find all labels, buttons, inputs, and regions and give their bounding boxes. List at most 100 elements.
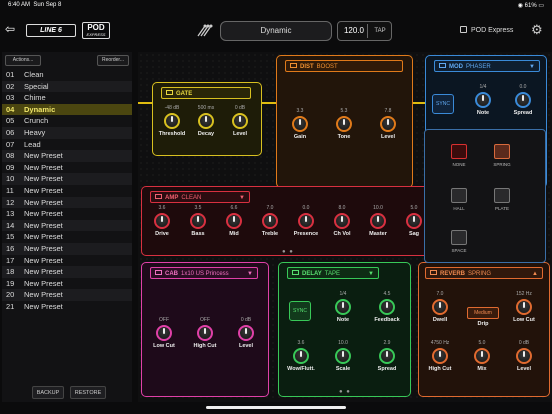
amp-presence-knob[interactable]: 0.0 Presence [289, 205, 323, 237]
tuner-icon[interactable] [196, 24, 214, 38]
preset-list-item[interactable]: 04 Dynamic [2, 103, 132, 116]
reverb-option-spring[interactable]: SPRING [485, 144, 519, 167]
amp-drive-knob[interactable]: 3.6 Drive [145, 205, 179, 237]
delay-feedback-knob[interactable]: 4.5 Feedback [370, 291, 404, 323]
reverb-lowcut-knob[interactable]: 152 Hz Low Cut [507, 291, 541, 323]
preset-list-item[interactable]: 08 New Preset [2, 150, 132, 162]
preset-number: 15 [6, 232, 15, 242]
reverb-mix-knob[interactable]: 5.0 Mix [465, 340, 499, 372]
preset-name-display[interactable]: Dynamic [220, 21, 332, 41]
delay-note-knob[interactable]: 1/4 Note [326, 291, 360, 323]
preset-number: 19 [6, 278, 15, 288]
amp-treble-knob[interactable]: 7.0 Treble [253, 205, 287, 237]
preset-list-item[interactable]: 18 New Preset [2, 266, 132, 278]
amp-block-header[interactable]: AMP CLEAN ▼ [150, 191, 250, 203]
preset-list-item[interactable]: 09 New Preset [2, 162, 132, 174]
preset-list-item[interactable]: 16 New Preset [2, 242, 132, 255]
cab-highcut-knob[interactable]: OFF High Cut [188, 317, 222, 349]
actions-button[interactable]: Actions... [5, 55, 41, 66]
gate-block-header[interactable]: GATE [161, 87, 251, 99]
gate-decay-knob[interactable]: 500 ms Decay [189, 105, 223, 137]
cab-block[interactable]: CAB 1x10 US Princess ▼ OFF Low Cut OFF High … [141, 262, 269, 397]
chevron-down-icon[interactable]: ▼ [529, 61, 535, 73]
chevron-down-icon[interactable]: ▼ [239, 192, 245, 204]
chevron-down-icon[interactable]: ▼ [247, 268, 253, 280]
backup-button[interactable]: BACKUP [32, 386, 64, 399]
amp-master-knob[interactable]: 10.0 Master [361, 205, 395, 237]
preset-list-item[interactable]: 17 New Preset [2, 255, 132, 267]
tap-tempo-button[interactable]: TAP [368, 22, 392, 40]
reverb-option-plate[interactable]: PLATE [485, 188, 519, 211]
dist-block-header[interactable]: DIST BOOST [285, 60, 403, 72]
preset-number: 21 [6, 301, 15, 311]
delay-spread-knob[interactable]: 2.9 Spread [370, 340, 404, 372]
cab-lowcut-knob[interactable]: OFF Low Cut [147, 317, 181, 349]
gear-icon[interactable]: ⚙ [531, 23, 543, 37]
preset-list-item[interactable]: 06 Heavy [2, 126, 132, 139]
tempo-control[interactable]: 120.0 TAP [337, 21, 392, 41]
mod-sync-button[interactable]: SYNC [432, 94, 454, 114]
preset-list-item[interactable]: 07 Lead [2, 139, 132, 151]
reorder-button[interactable]: Reorder... [97, 55, 129, 66]
device-indicator[interactable]: POD Express [460, 26, 513, 34]
device-icon [460, 26, 467, 33]
dist-block[interactable]: DIST BOOST 3.3 Gain 5.3 Tone 7.8 Level [276, 55, 413, 188]
preset-list-item[interactable]: 19 New Preset [2, 278, 132, 290]
pod-express-logo: POD EXPRESS [82, 22, 110, 39]
preset-list-item[interactable]: 14 New Preset [2, 219, 132, 232]
tempo-value[interactable]: 120.0 [342, 22, 366, 40]
cab-block-header[interactable]: CAB 1x10 US Princess ▼ [150, 267, 258, 279]
preset-list-item[interactable]: 21 New Preset [2, 301, 132, 313]
reverb-block[interactable]: REVERB SPRING ▲ 7.0 Dwell Medium Drip 152 H… [418, 262, 550, 397]
amp-block[interactable]: AMP CLEAN ▼ 3.6 Drive 3.5 Bass 6.6 Mid 7.0 Treble… [141, 186, 431, 256]
preset-list-item[interactable]: 03 Chime [2, 92, 132, 104]
hall-reverb-icon [451, 188, 467, 203]
preset-number: 18 [6, 267, 15, 277]
preset-list-item[interactable]: 12 New Preset [2, 196, 132, 209]
dist-gain-knob[interactable]: 3.3 Gain [283, 108, 317, 140]
preset-list-item[interactable]: 05 Crunch [2, 115, 132, 127]
preset-list-item[interactable]: 10 New Preset [2, 173, 132, 185]
preset-name: Clean [24, 70, 44, 79]
delay-sync-button[interactable]: SYNC [289, 301, 311, 321]
gate-threshold-knob[interactable]: -48 dB Threshold [155, 105, 189, 137]
preset-list-item[interactable]: 15 New Preset [2, 231, 132, 243]
preset-list-item[interactable]: 01 Clean [2, 69, 132, 81]
preset-name: New Preset [24, 232, 63, 242]
preset-number: 08 [6, 151, 15, 161]
delay-block[interactable]: DELAY TAPE ▼ SYNC 1/4 Note 4.5 Feedback 3.6 W… [278, 262, 411, 397]
reverb-dwell-knob[interactable]: 7.0 Dwell [423, 291, 457, 323]
mod-note-knob[interactable]: 1/4 Note [466, 84, 500, 116]
reverb-drip-selector[interactable]: Medium [467, 307, 499, 319]
gate-level-knob[interactable]: 0 dB Level [223, 105, 257, 137]
mod-block-header[interactable]: MOD PHASER ▼ [434, 60, 540, 72]
gate-block[interactable]: GATE -48 dB Threshold 500 ms Decay 0 dB Lev… [152, 82, 262, 156]
preset-number: 14 [6, 220, 15, 230]
reverb-option-hall[interactable]: HALL [442, 188, 476, 211]
dist-level-knob[interactable]: 7.8 Level [371, 108, 405, 140]
amp-bass-knob[interactable]: 3.5 Bass [181, 205, 215, 237]
chevron-up-icon[interactable]: ▲ [532, 268, 538, 280]
amp-ch-vol-knob[interactable]: 8.0 Ch Vol [325, 205, 359, 237]
preset-list-item[interactable]: 11 New Preset [2, 185, 132, 197]
cab-level-knob[interactable]: 0 dB Level [229, 317, 263, 349]
delay-block-header[interactable]: DELAY TAPE ▼ [287, 267, 379, 279]
reverb-block-header[interactable]: REVERB SPRING ▲ [425, 267, 543, 279]
reverb-highcut-knob[interactable]: 4750 Hz High Cut [423, 340, 457, 372]
reverb-option-none[interactable]: NONE [442, 144, 476, 167]
reverb-icon [430, 270, 437, 275]
reverb-level-knob[interactable]: 0 dB Level [507, 340, 541, 372]
back-arrow-icon[interactable]: ⇦ [5, 23, 19, 35]
preset-list-item[interactable]: 20 New Preset [2, 289, 132, 301]
preset-list-item[interactable]: 02 Special [2, 80, 132, 93]
restore-button[interactable]: RESTORE [70, 386, 106, 399]
amp-mid-knob[interactable]: 6.6 Mid [217, 205, 251, 237]
chevron-down-icon[interactable]: ▼ [368, 268, 374, 280]
preset-list-item[interactable]: 13 New Preset [2, 208, 132, 220]
reverb-option-space[interactable]: SPACE [442, 230, 476, 253]
dist-tone-knob[interactable]: 5.3 Tone [327, 108, 361, 140]
preset-number: 02 [6, 81, 15, 91]
mod-spread-knob[interactable]: 0.0 Spread [506, 84, 540, 116]
delay-scale-knob[interactable]: 10.0 Scale [326, 340, 360, 372]
delay-wowflutter-knob[interactable]: 3.6 Wow/Flutt. [284, 340, 318, 372]
